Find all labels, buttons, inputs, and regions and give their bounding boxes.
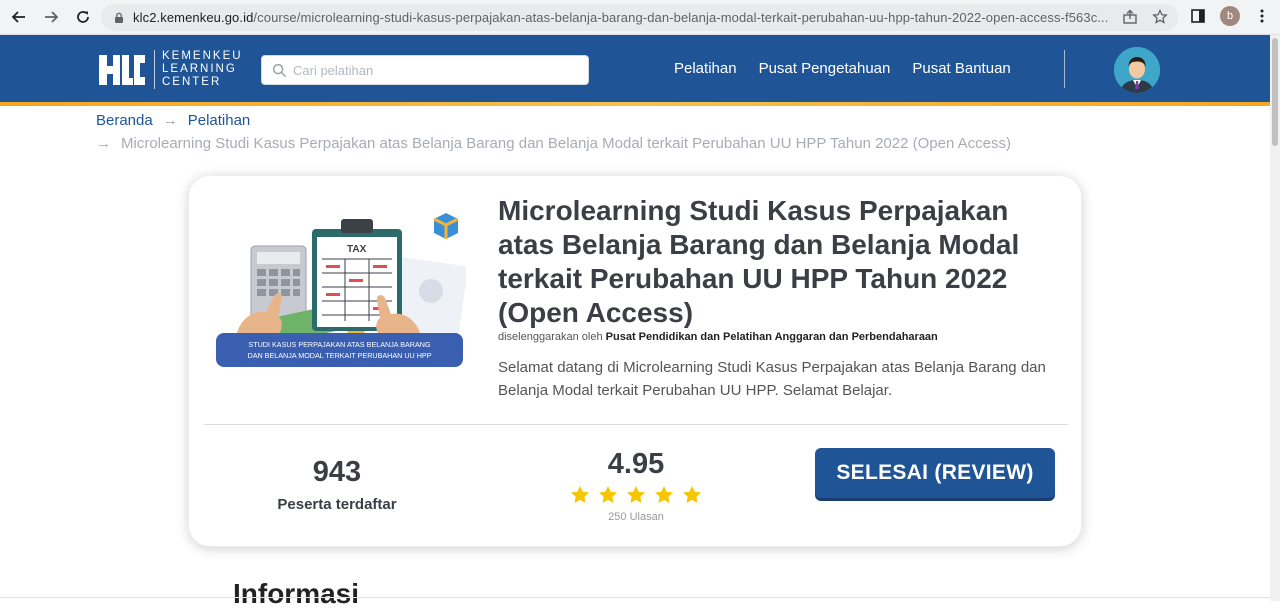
breadcrumb-arrow-icon: → [162,112,178,129]
bookmark-star-icon[interactable] [1152,9,1168,25]
site-header: KEMENKEU LEARNING CENTER Pelatihan Pusat… [0,35,1270,106]
reload-icon[interactable] [70,4,96,30]
nav-divider [1064,50,1065,88]
search-icon [272,63,287,77]
nav-pusat-pengetahuan[interactable]: Pusat Pengetahuan [759,60,891,77]
klc-logo-mark [99,54,145,85]
back-icon[interactable] [6,4,32,30]
logo-line-1: KEMENKEU [162,50,243,62]
search-input[interactable] [293,62,573,78]
rating-value: 4.95 [607,448,665,480]
side-panel-icon[interactable] [1190,8,1206,24]
review-count: 250 Ulasan [608,511,664,523]
klc-logo[interactable]: KEMENKEU LEARNING CENTER [98,50,243,89]
course-description: Selamat datang di Microlearning Studi Ka… [498,359,1046,399]
breadcrumb-pelatihan[interactable]: Pelatihan [188,112,251,129]
organizer: diselenggarakan oleh Pusat Pendidikan da… [498,331,938,343]
share-icon[interactable] [1122,9,1138,25]
nav-pusat-bantuan[interactable]: Pusat Bantuan [912,60,1010,77]
star-icon [599,486,617,503]
menu-kebab-icon[interactable] [1254,8,1270,24]
address-bar[interactable]: klc2.kemenkeu.go.id/course/microlearning… [101,4,1178,31]
enrolled-label: Peserta terdaftar [277,496,397,513]
profile-avatar[interactable]: b [1220,6,1240,26]
card-divider [204,424,1068,425]
breadcrumb-home[interactable]: Beranda [96,112,153,129]
enrolled-stat: 943 Peserta terdaftar [259,456,415,513]
star-icon [683,486,701,503]
url-text: klc2.kemenkeu.go.id/course/microlearning… [133,10,1109,25]
organizer-name: Pusat Pendidikan dan Pelatihan Anggaran … [605,331,938,343]
thumbnail-caption-line-1: STUDI KASUS PERPAJAKAN ATAS BELANJA BARA… [248,340,431,349]
logo-line-2: LEARNING [162,63,237,75]
star-icon [571,486,589,503]
top-nav: Pelatihan Pusat Pengetahuan Pusat Bantua… [674,60,1011,77]
breadcrumb-current: Microlearning Studi Kasus Perpajakan ata… [121,135,1011,152]
star-icon [627,486,645,503]
star-icon [655,486,673,503]
enrolled-count: 943 [312,456,362,488]
selesai-review-button[interactable]: SELESAI (REVIEW) [815,448,1055,498]
rating-stat: 4.95 250 Ulasan [559,448,713,523]
page-scrollbar[interactable] [1270,35,1280,601]
user-avatar-icon [1114,47,1160,93]
logo-line-3: CENTER [162,76,222,88]
breadcrumb-arrow-icon: → [96,135,111,152]
course-card: TAX STUDI KASUS PERPAJAKAN ATAS BELANJA … [188,175,1082,547]
viewport-bottom-border [0,597,1270,598]
user-avatar[interactable] [1114,47,1160,93]
organizer-prefix: diselenggarakan oleh [498,331,603,343]
rating-stars [559,485,713,505]
informasi-heading: Informasi [233,578,360,609]
thumbnail-caption-line-2: DAN BELANJA MODAL TERKAIT PERUBAHAN UU H… [248,351,432,360]
nav-pelatihan[interactable]: Pelatihan [674,60,737,77]
course-title: Microlearning Studi Kasus Perpajakan ata… [498,195,1020,328]
scrollbar-thumb[interactable] [1272,38,1278,146]
breadcrumb: Beranda → Pelatihan → Microlearning Stud… [96,112,1011,152]
forward-icon[interactable] [38,4,64,30]
course-thumbnail: TAX STUDI KASUS PERPAJAKAN ATAS BELANJA … [216,213,466,367]
thumbnail-tax-label: TAX [347,244,367,255]
browser-toolbar: klc2.kemenkeu.go.id/course/microlearning… [0,0,1280,35]
search-box[interactable] [261,55,589,85]
lock-icon [115,12,123,23]
